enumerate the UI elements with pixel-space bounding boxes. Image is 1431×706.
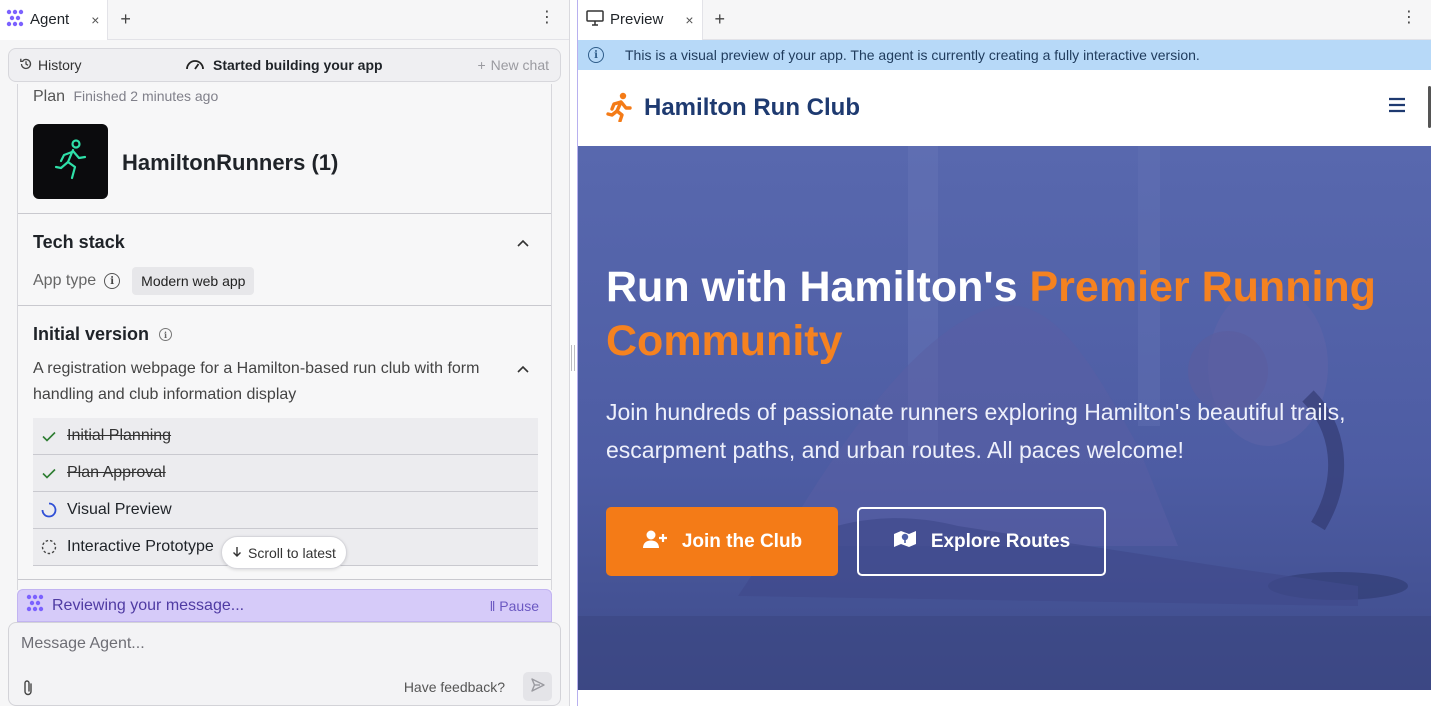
step-item: Initial Planning: [33, 418, 538, 455]
initial-version-description: A registration webpage for a Hamilton-ba…: [33, 360, 480, 403]
app-type-badge: Modern web app: [132, 267, 255, 295]
page-continuation: [578, 690, 1431, 706]
runner-logo-icon: [606, 92, 632, 125]
banner-text: This is a visual preview of your app. Th…: [625, 47, 1200, 63]
agent-menu-icon[interactable]: ⋮: [539, 10, 555, 26]
info-icon: i: [588, 47, 604, 63]
agent-logo-icon: [6, 9, 24, 31]
chevron-up-icon[interactable]: [517, 360, 529, 376]
build-status-text: Started building your app: [213, 57, 383, 73]
site-logo[interactable]: Hamilton Run Club: [606, 92, 860, 125]
app-name: HamiltonRunners (1): [122, 150, 339, 175]
new-chat-button[interactable]: + New chat: [477, 57, 549, 73]
tab-preview-label: Preview: [610, 11, 664, 28]
close-tab-icon[interactable]: ×: [91, 12, 99, 28]
history-label: History: [38, 57, 82, 73]
plan-finished-time: Finished 2 minutes ago: [73, 88, 219, 104]
check-icon: [41, 431, 57, 442]
pause-button[interactable]: ǁ Pause: [490, 598, 539, 614]
pane-resize-handle[interactable]: [571, 345, 575, 371]
running-figure-icon: [51, 138, 91, 185]
explore-routes-label: Explore Routes: [930, 530, 1071, 552]
tab-agent-label: Agent: [30, 11, 70, 28]
paperclip-icon[interactable]: [21, 679, 35, 700]
new-tab-button[interactable]: +: [715, 9, 726, 30]
agent-tabbar: Agent × + ⋮: [0, 0, 569, 40]
tech-stack-title: Tech stack: [33, 232, 125, 252]
site-title: Hamilton Run Club: [644, 94, 860, 121]
user-plus-icon: [642, 529, 668, 555]
plan-label: Plan: [33, 88, 66, 105]
preview-pane: Preview × + ⋮ i This is a visual preview…: [577, 0, 1431, 706]
spinner-icon: [41, 502, 57, 518]
app-type-row: App type i Modern web app: [33, 267, 255, 295]
app-type-label: App type: [33, 272, 97, 289]
step-label: Visual Preview: [67, 501, 172, 518]
pause-label: Pause: [499, 597, 539, 614]
join-club-label: Join the Club: [681, 530, 803, 552]
step-item: Visual Preview: [33, 492, 538, 529]
build-status: Started building your app: [185, 57, 383, 74]
step-item: Plan Approval: [33, 455, 538, 492]
reviewing-status-bar: Reviewing your message... ǁ Pause: [17, 589, 552, 622]
reviewing-label: Reviewing your message...: [52, 596, 245, 614]
send-button[interactable]: [523, 672, 552, 701]
plus-icon: +: [477, 57, 486, 73]
initial-version-title: Initial version: [33, 324, 150, 344]
tab-preview[interactable]: Preview ×: [578, 0, 703, 40]
hero-section: Run with Hamilton's Premier Running Comm…: [578, 146, 1431, 690]
divider: [18, 579, 551, 580]
scroll-to-latest-label: Scroll to latest: [248, 544, 336, 561]
new-tab-button[interactable]: +: [120, 9, 131, 30]
preview-info-banner: i This is a visual preview of your app. …: [578, 40, 1431, 70]
hamburger-icon[interactable]: [1388, 97, 1406, 116]
app-thumbnail: [33, 124, 108, 199]
close-tab-icon[interactable]: ×: [685, 12, 693, 28]
agent-pane: Agent × + ⋮ History Started building you…: [0, 0, 570, 706]
dashed-circle-icon: [41, 539, 57, 555]
explore-routes-button[interactable]: Explore Routes: [857, 507, 1106, 576]
arrow-down-icon: [232, 545, 242, 561]
tab-agent[interactable]: Agent ×: [0, 0, 109, 40]
new-chat-label: New chat: [490, 57, 549, 73]
step-label: Initial Planning: [67, 427, 172, 444]
agent-feed[interactable]: Plan Finished 2 minutes ago HamiltonRunn…: [17, 84, 552, 590]
divider: [18, 305, 551, 306]
history-button[interactable]: History: [9, 57, 82, 74]
map-icon: [893, 529, 917, 555]
monitor-icon: [586, 9, 604, 30]
gauge-icon: [185, 57, 205, 74]
join-club-button[interactable]: Join the Club: [606, 507, 838, 576]
info-icon[interactable]: i: [104, 273, 121, 289]
check-icon: [41, 468, 57, 479]
pause-icon: ǁ: [489, 597, 496, 614]
agent-logo-icon: [26, 594, 44, 617]
step-label: Interactive Prototype: [67, 538, 214, 555]
hero-subtitle: Join hundreds of passionate runners expl…: [606, 399, 1346, 463]
step-label: Plan Approval: [67, 464, 166, 481]
initial-version-header: Initial version i: [33, 324, 173, 345]
message-input[interactable]: [21, 635, 521, 653]
chevron-up-icon[interactable]: [517, 234, 529, 250]
hero-title-plain: Run with Hamilton's: [606, 263, 1030, 311]
plan-header: Plan Finished 2 minutes ago: [33, 88, 218, 106]
history-icon: [19, 57, 33, 74]
info-icon[interactable]: i: [159, 328, 173, 341]
divider: [18, 213, 551, 214]
preview-menu-icon[interactable]: ⋮: [1401, 10, 1417, 26]
message-composer: Have feedback?: [8, 622, 561, 706]
scroll-to-latest-button[interactable]: Scroll to latest: [221, 536, 347, 569]
history-bar: History Started building your app + New …: [8, 48, 561, 82]
feedback-link[interactable]: Have feedback?: [404, 679, 505, 695]
site-navbar: Hamilton Run Club: [578, 70, 1428, 146]
hero-title: Run with Hamilton's Premier Running Comm…: [606, 260, 1406, 368]
preview-tabbar: Preview × + ⋮: [578, 0, 1431, 40]
send-icon: [530, 677, 546, 696]
